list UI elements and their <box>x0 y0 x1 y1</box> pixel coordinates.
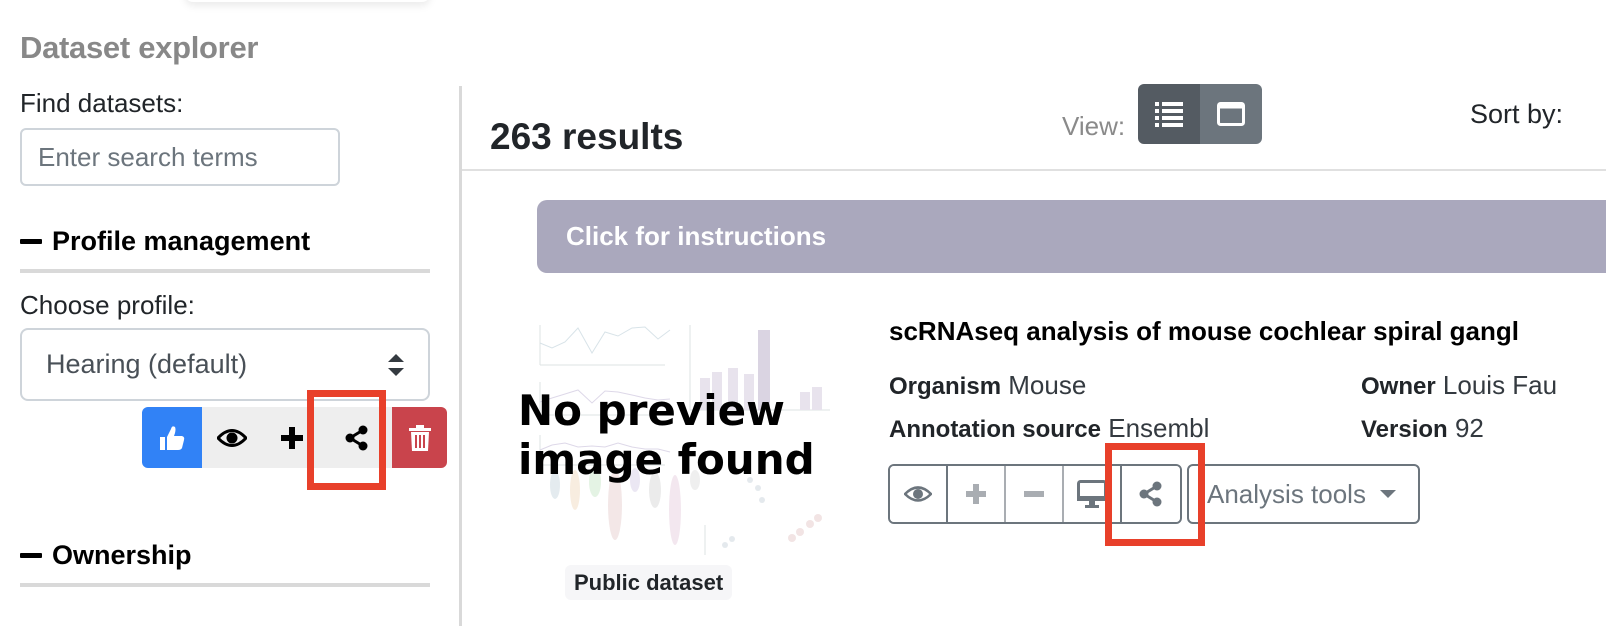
find-datasets-label: Find datasets: <box>20 88 184 118</box>
organism-value: Mouse <box>1008 370 1087 400</box>
collapse-icon <box>20 553 42 558</box>
list-view-button[interactable] <box>1138 84 1200 144</box>
ownership-header[interactable]: Ownership <box>20 540 430 587</box>
eye-icon <box>217 428 247 447</box>
choose-profile-label: Choose profile: <box>20 290 195 320</box>
instructions-label: Click for instructions <box>566 221 827 251</box>
list-icon <box>1155 102 1183 127</box>
share-icon <box>345 425 368 450</box>
view-dataset-button[interactable] <box>890 466 948 522</box>
plus-icon <box>281 426 303 449</box>
display-dataset-button[interactable] <box>1064 466 1122 522</box>
selected-profile: Hearing (default) <box>46 349 248 379</box>
dataset-preview[interactable]: No preview image found <box>500 310 830 555</box>
sidebar-divider <box>459 86 462 626</box>
share-profile-button[interactable] <box>322 407 392 468</box>
version-label: Version <box>1361 416 1448 443</box>
desktop-icon <box>1077 480 1107 508</box>
remove-dataset-button[interactable] <box>1006 466 1064 522</box>
profile-management-label: Profile management <box>52 226 311 256</box>
results-count: 263 results <box>490 116 684 157</box>
page-title: Dataset explorer <box>20 30 259 65</box>
sidebar: Dataset explorer Find datasets: Profile … <box>0 0 460 626</box>
select-arrows-icon <box>388 354 404 376</box>
minus-icon <box>1024 491 1044 497</box>
instructions-toggle[interactable]: Click for instructions <box>537 200 1606 273</box>
no-preview-line1: No preview <box>518 386 785 435</box>
share-dataset-button[interactable] <box>1122 466 1180 522</box>
view-profile-button[interactable] <box>202 407 262 468</box>
owner-label: Owner <box>1361 373 1436 400</box>
owner-field: Owner Louis Fau <box>1361 370 1557 401</box>
header-divider <box>462 169 1606 171</box>
search-input[interactable] <box>20 128 340 186</box>
annotation-field: Annotation source Ensembl <box>889 413 1209 444</box>
no-preview-line2: image found <box>518 435 815 484</box>
visibility-badge: Public dataset <box>565 565 733 600</box>
delete-profile-button[interactable] <box>392 407 447 468</box>
profile-action-group <box>142 407 447 468</box>
dataset-title[interactable]: scRNAseq analysis of mouse cochlear spir… <box>889 316 1519 347</box>
add-dataset-button[interactable] <box>948 466 1006 522</box>
plus-icon <box>966 484 986 504</box>
no-preview-text: No preview image found <box>518 386 815 484</box>
set-primary-profile-button[interactable] <box>142 407 202 468</box>
card-view-button[interactable] <box>1200 84 1262 144</box>
eye-icon <box>904 486 932 502</box>
collapse-icon <box>20 239 42 244</box>
analysis-tools-label: Analysis tools <box>1207 478 1366 509</box>
owner-value: Louis Fau <box>1442 370 1558 400</box>
share-icon <box>1139 481 1162 507</box>
sort-by-label: Sort by: <box>1470 99 1564 129</box>
view-label: View: <box>1062 111 1126 141</box>
caret-down-icon <box>1379 490 1396 498</box>
window-icon <box>1217 102 1245 126</box>
profile-select[interactable]: Hearing (default) <box>20 328 430 401</box>
version-value: 92 <box>1454 413 1484 443</box>
organism-label: Organism <box>889 373 1002 400</box>
annotation-value: Ensembl <box>1108 413 1210 443</box>
analysis-tools-dropdown[interactable]: Analysis tools <box>1187 464 1420 524</box>
view-toggle <box>1138 84 1262 144</box>
thumbs-up-icon <box>160 425 185 450</box>
version-field: Version 92 <box>1361 413 1484 444</box>
ownership-label: Ownership <box>52 540 192 570</box>
annotation-label: Annotation source <box>889 416 1102 443</box>
trash-icon <box>408 424 431 451</box>
organism-field: Organism Mouse <box>889 370 1086 401</box>
profile-management-header[interactable]: Profile management <box>20 226 430 273</box>
add-profile-button[interactable] <box>262 407 322 468</box>
dataset-action-group <box>888 464 1182 524</box>
